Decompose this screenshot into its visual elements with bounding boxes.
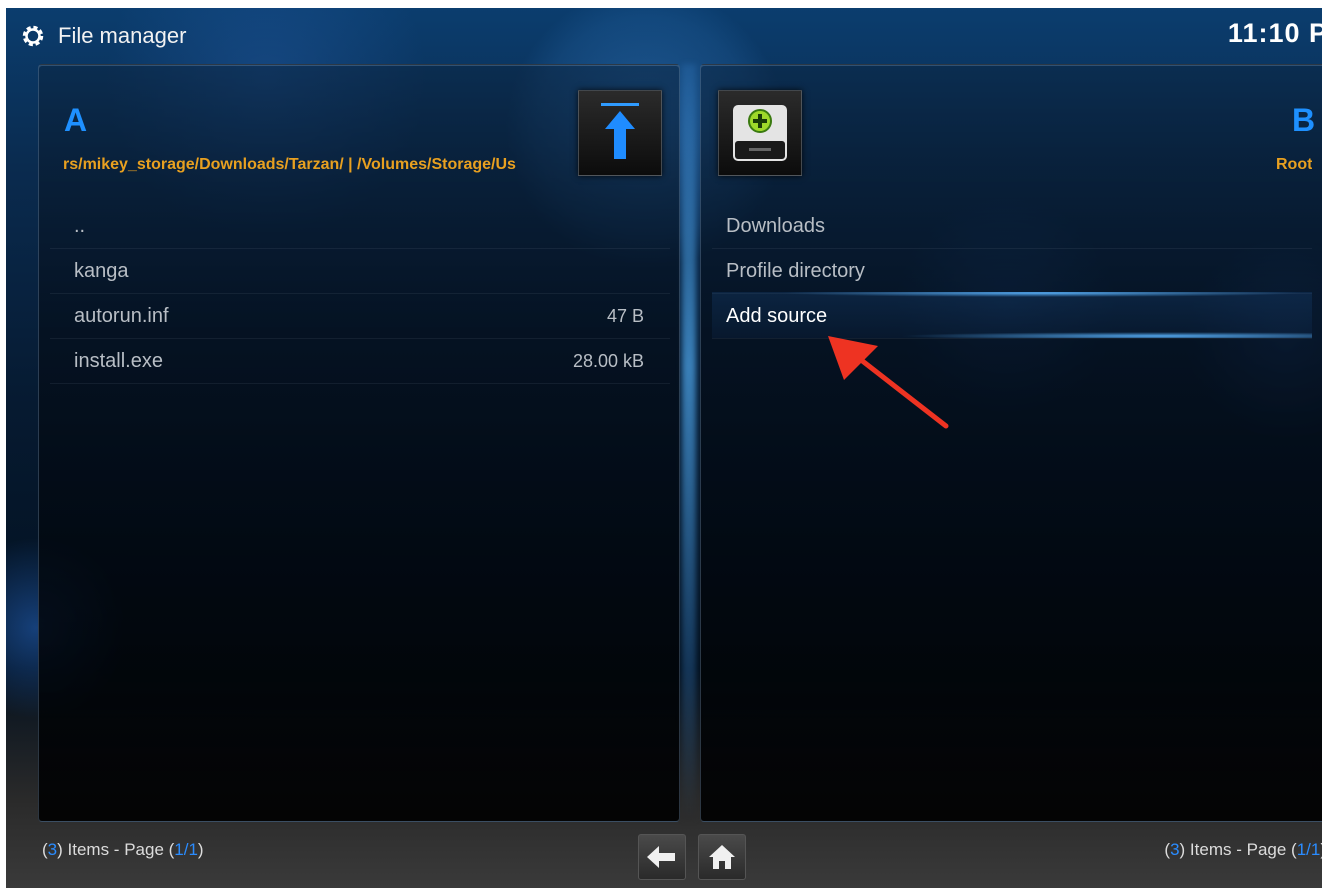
pane-b-footer: (3) Items - Page (1/1): [1164, 828, 1322, 872]
window-title-bar: File manager: [20, 18, 186, 54]
item-name: autorun.inf: [74, 305, 169, 327]
pane-b: [700, 64, 1322, 822]
pane-b-path: Root: [1276, 156, 1313, 173]
list-item[interactable]: autorun.inf 47 B: [50, 294, 670, 339]
window-title: File manager: [58, 23, 187, 48]
item-name: ..: [74, 215, 86, 237]
list-item[interactable]: kanga: [50, 249, 670, 294]
page-indicator: 1/1: [174, 840, 198, 859]
item-size: 47 B: [606, 306, 644, 326]
item-count: 3: [47, 840, 58, 859]
back-arrow-icon: [647, 846, 675, 868]
item-name: Downloads: [726, 215, 825, 237]
add-source-item[interactable]: Add source: [712, 292, 1312, 339]
gear-icon: [22, 25, 44, 47]
back-button[interactable]: [638, 834, 686, 880]
home-icon: [709, 845, 735, 869]
list-item[interactable]: Downloads: [712, 204, 1312, 249]
item-name: Profile directory: [726, 260, 865, 282]
pane-a: [38, 64, 680, 822]
item-count: 3: [1170, 840, 1180, 859]
parent-folder-up-arrow-icon[interactable]: [578, 90, 662, 176]
footer-text: ) Items - Page (: [57, 840, 175, 859]
red-arrow-annotation: [828, 336, 949, 429]
home-button[interactable]: [698, 834, 746, 880]
list-item[interactable]: Profile directory: [712, 249, 1312, 294]
item-size: 28.00 kB: [572, 351, 644, 371]
pane-b-letter: B: [1292, 102, 1316, 138]
item-name: Add source: [726, 305, 828, 327]
list-item[interactable]: install.exe 28.00 kB: [50, 339, 670, 384]
footer-text: ) Items - Page (: [1179, 840, 1297, 859]
add-drive-icon[interactable]: [718, 90, 802, 176]
pane-a-footer: (3) Items - Page (1/1): [42, 828, 204, 872]
pane-divider: [682, 64, 696, 820]
pane-a-file-list: .. kanga autorun.inf 47 B install.exe 28…: [50, 204, 670, 384]
pane-b-source-list: Downloads Profile directory Add source: [712, 204, 1312, 339]
footer-paren: ): [197, 840, 204, 859]
page-indicator: 1/1: [1296, 840, 1321, 859]
pane-a-letter: A: [64, 102, 88, 138]
list-item[interactable]: ..: [50, 204, 670, 249]
item-name: kanga: [74, 260, 129, 282]
kodi-screen: File manager 11:10 P A rs/mikey_storage/…: [6, 8, 1322, 888]
pane-a-path: rs/mikey_storage/Downloads/Tarzan/ | /Vo…: [63, 156, 516, 173]
clock: 11:10 P: [1227, 18, 1322, 48]
item-name: install.exe: [74, 350, 163, 372]
